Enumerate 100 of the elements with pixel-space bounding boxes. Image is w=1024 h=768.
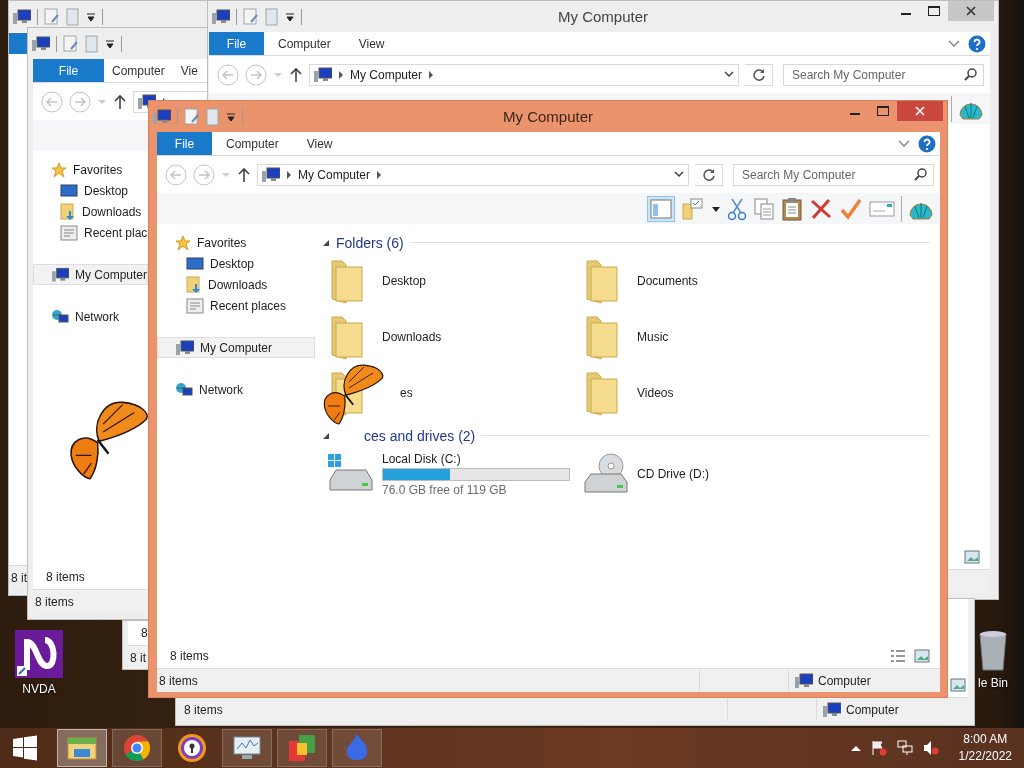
nav-item[interactable]: Downloads: [33, 201, 148, 222]
caret-icon[interactable]: [105, 38, 115, 49]
status-text: 8 it: [11, 570, 27, 585]
new-folder-icon[interactable]: [206, 107, 220, 126]
nav-item[interactable]: Favorites: [157, 232, 315, 253]
ribbon-tab[interactable]: Computer: [264, 32, 345, 55]
status-text: 8 items: [184, 702, 223, 717]
large-icons-view-icon[interactable]: [964, 550, 980, 564]
maximize-button[interactable]: [877, 106, 889, 116]
card-icon[interactable]: [869, 199, 895, 218]
large-icons-view-icon[interactable]: [914, 649, 930, 663]
refresh-button[interactable]: [695, 163, 723, 186]
delete-icon[interactable]: [809, 197, 833, 220]
caret-icon[interactable]: [86, 11, 96, 22]
ribbon-tab[interactable]: View: [292, 132, 347, 155]
caret-icon[interactable]: [711, 204, 721, 213]
collapse-icon[interactable]: [322, 431, 330, 440]
desktop-icon-label[interactable]: le Bin: [978, 676, 1009, 690]
ribbon-tab[interactable]: View: [344, 32, 399, 55]
help-button[interactable]: [968, 34, 986, 53]
ribbon-tab[interactable]: Computer: [104, 59, 173, 82]
item-label[interactable]: es: [382, 386, 413, 400]
item-label[interactable]: Documents: [637, 274, 698, 288]
nav-item[interactable]: Network: [157, 379, 315, 400]
checkmark-icon[interactable]: [839, 197, 863, 220]
clipboard-icon[interactable]: [781, 196, 803, 221]
free-space-text: 76.0 GB free of 119 GB: [382, 482, 508, 497]
nav-item[interactable]: Downloads: [157, 274, 315, 295]
dropdown-icon[interactable]: [724, 70, 734, 79]
recycle-bin-icon[interactable]: [978, 630, 1008, 672]
computer-icon: [32, 35, 50, 52]
taskbar-app-button[interactable]: [277, 729, 327, 767]
item-label[interactable]: Videos: [637, 386, 674, 400]
search-field[interactable]: Search My Computer: [733, 163, 934, 186]
clock-time[interactable]: 8:00 AM: [963, 731, 1008, 748]
up-button[interactable]: [113, 93, 127, 110]
expand-ribbon-button[interactable]: [948, 39, 960, 48]
section-heading: Folders (6): [336, 234, 404, 251]
address-field[interactable]: My Computer: [309, 63, 739, 86]
item-count: 8: [141, 626, 148, 640]
network-icon[interactable]: [896, 740, 913, 756]
search-field[interactable]: Search My Computer: [783, 63, 984, 86]
item-label[interactable]: Desktop: [382, 274, 427, 288]
window-title: My Computer: [558, 8, 648, 25]
caret-icon[interactable]: [226, 111, 236, 122]
computer-icon: [262, 166, 280, 183]
item-label[interactable]: Downloads: [382, 330, 442, 344]
up-button[interactable]: [237, 166, 251, 183]
close-button[interactable]: [897, 101, 943, 121]
monitor-chart-icon: [232, 735, 262, 761]
properties-icon[interactable]: [243, 7, 259, 26]
help-button[interactable]: [918, 134, 936, 153]
maximize-button[interactable]: [928, 6, 940, 16]
refresh-button[interactable]: [745, 63, 773, 86]
large-icons-view-icon[interactable]: [950, 678, 966, 692]
nav-item[interactable]: My Computer: [157, 337, 315, 358]
item-label[interactable]: CD Drive (D:): [637, 467, 709, 481]
speaker-muted-icon[interactable]: [922, 740, 939, 756]
collapse-icon[interactable]: [322, 238, 330, 247]
folder-options-icon[interactable]: [681, 197, 705, 220]
computer-icon: [13, 8, 31, 25]
up-button[interactable]: [289, 66, 303, 83]
nav-item[interactable]: Favorites: [33, 159, 148, 180]
file-menu-tab[interactable]: File: [209, 32, 264, 55]
item-label[interactable]: Local Disk (C:): [382, 451, 570, 466]
nav-item[interactable]: Recent plac: [33, 222, 148, 243]
clock-date[interactable]: 1/22/2022: [958, 748, 1012, 765]
taskbar-app-button[interactable]: [222, 729, 272, 767]
nav-item[interactable]: My Computer: [33, 264, 148, 285]
item-label[interactable]: Music: [637, 330, 669, 344]
nav-item[interactable]: Desktop: [33, 180, 148, 201]
nav-item[interactable]: Recent places: [157, 295, 315, 316]
desktop-icon-label[interactable]: NVDA: [22, 682, 56, 696]
flag-icon[interactable]: [870, 740, 887, 756]
taskbar-app-button[interactable]: [112, 729, 162, 767]
status-text: 8 items: [159, 673, 198, 688]
details-view-icon[interactable]: [890, 649, 906, 663]
nvda-app-icon[interactable]: [15, 630, 63, 678]
address-field[interactable]: My Computer: [257, 163, 689, 186]
status-text: 8 items: [35, 594, 74, 609]
refresh-icon: [701, 167, 716, 182]
expand-ribbon-button[interactable]: [898, 139, 910, 148]
dropdown-icon[interactable]: [674, 170, 684, 179]
scissors-icon[interactable]: [727, 196, 747, 221]
caret-icon[interactable]: [285, 11, 295, 22]
properties-icon[interactable]: [184, 107, 200, 126]
network-icon: [175, 381, 193, 398]
preview-pane-button[interactable]: [647, 195, 675, 222]
nav-item[interactable]: Desktop: [157, 253, 315, 274]
properties-icon[interactable]: [63, 34, 79, 53]
show-hidden-icons-button[interactable]: [850, 745, 861, 751]
nav-item[interactable]: Network: [33, 306, 148, 327]
ribbon-tab[interactable]: Vie: [172, 59, 206, 82]
close-button[interactable]: [948, 1, 994, 21]
computer-icon: [176, 339, 194, 356]
ribbon-tab[interactable]: Computer: [212, 132, 293, 155]
file-menu-tab[interactable]: File: [33, 59, 104, 82]
file-menu-tab[interactable]: File: [157, 132, 212, 155]
close-icon: [966, 6, 976, 16]
properties-icon[interactable]: [44, 7, 60, 26]
